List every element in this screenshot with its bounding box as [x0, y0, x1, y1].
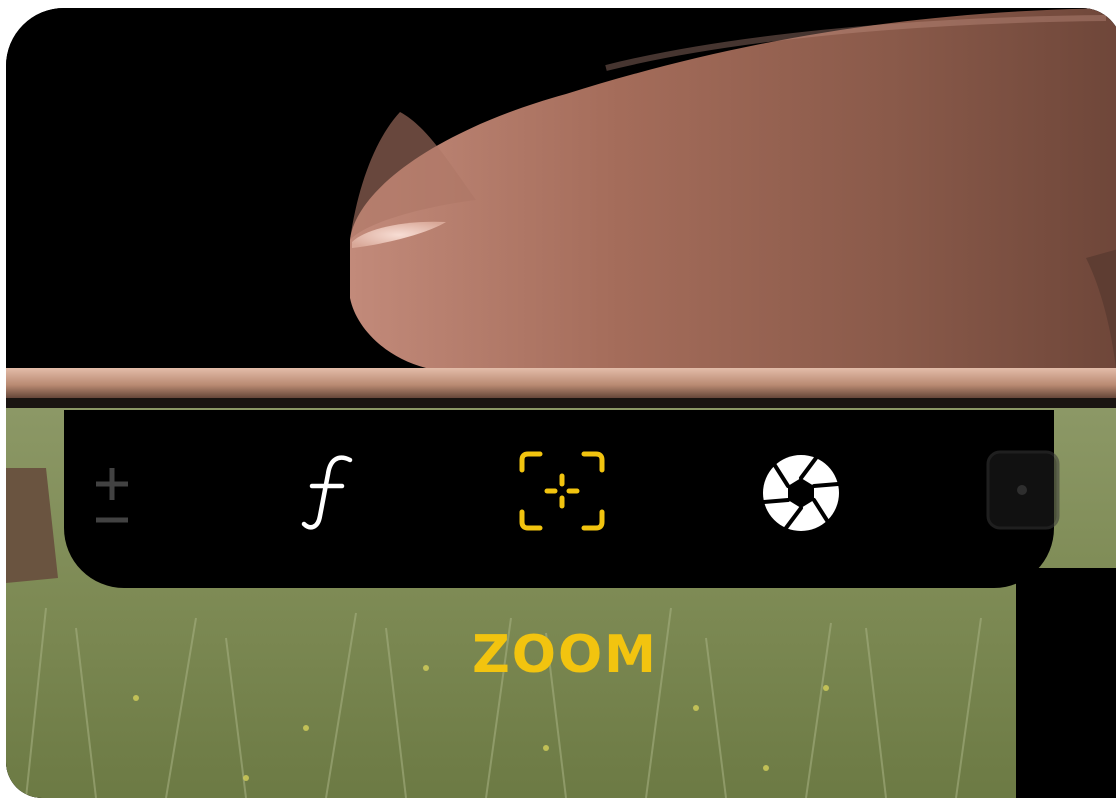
f-stop-icon	[301, 455, 353, 530]
aperture-control[interactable]	[298, 450, 362, 534]
next-control[interactable]	[982, 444, 1062, 536]
exposure-control[interactable]	[82, 458, 142, 534]
shutter-speed-control[interactable]	[756, 450, 846, 536]
focus-frame-icon	[519, 451, 605, 531]
aperture-shutter-icon	[762, 455, 840, 531]
plus-minus-icon	[96, 468, 128, 523]
square-icon	[986, 450, 1060, 530]
mode-label: ZOOM	[472, 625, 658, 685]
focus-control[interactable]	[516, 448, 608, 534]
